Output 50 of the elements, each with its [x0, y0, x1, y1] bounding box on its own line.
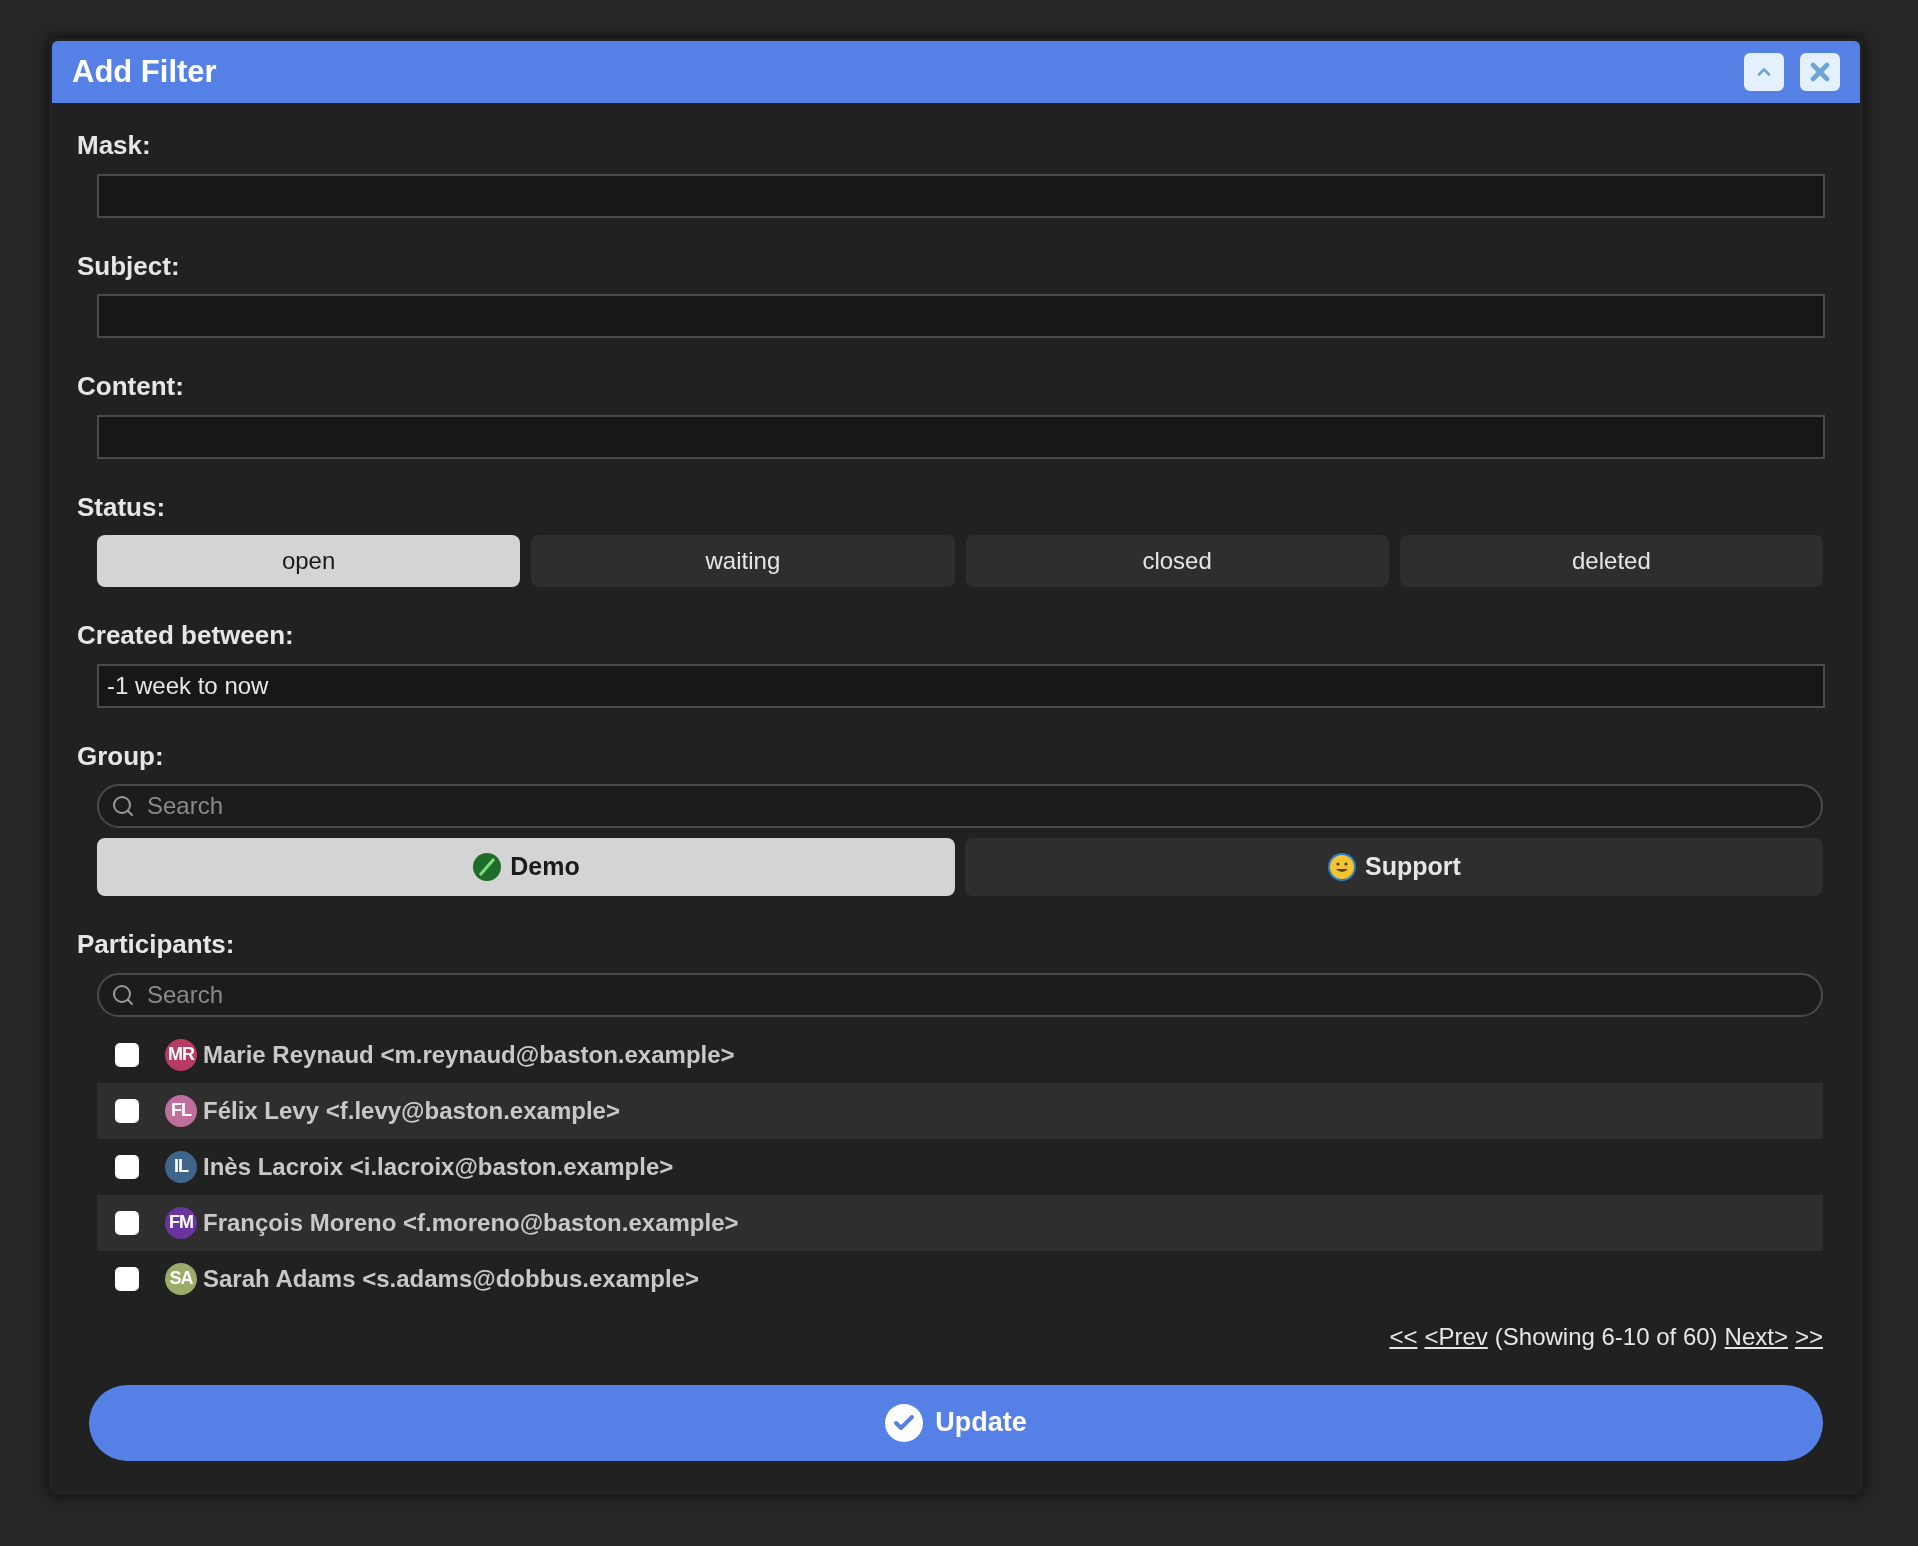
participant-name: Félix Levy <f.levy@baston.example> — [203, 1095, 620, 1126]
search-field[interactable]: Search — [97, 972, 1823, 1017]
field-label: Content: — [77, 370, 185, 403]
field-label: Group: — [77, 739, 165, 772]
date-range-field[interactable]: -1 week to now — [97, 663, 1825, 708]
field-label: Status: — [77, 490, 167, 523]
text-field[interactable] — [97, 294, 1825, 338]
field-label: Mask: — [77, 129, 152, 162]
status-option[interactable]: deleted — [1399, 535, 1823, 587]
status-option[interactable]: open — [97, 535, 521, 587]
participant-name: Marie Reynaud <m.reynaud@baston.example> — [203, 1039, 735, 1070]
avatar: MR — [165, 1038, 197, 1071]
first-page-link[interactable]: << — [1389, 1318, 1418, 1355]
participant-row[interactable]: FL Félix Levy <f.levy@baston.example> — [97, 1082, 1823, 1139]
next-page-link[interactable]: Next> — [1724, 1318, 1788, 1355]
text-field[interactable] — [97, 414, 1825, 459]
smiley-icon — [1327, 852, 1358, 882]
avatar: FL — [165, 1094, 197, 1127]
pagination-summary: (Showing 6-10 of 60) — [1494, 1321, 1718, 1352]
participant-name: Sarah Adams <s.adams@dobbus.example> — [203, 1263, 700, 1294]
field-label: Created between: — [77, 619, 295, 652]
participant-row[interactable]: SA Sarah Adams <s.adams@dobbus.example> — [97, 1250, 1823, 1307]
participant-name: François Moreno <f.moreno@baston.example> — [203, 1207, 739, 1238]
checkbox[interactable] — [115, 1266, 139, 1291]
checkbox[interactable] — [115, 1154, 139, 1179]
search-icon — [111, 982, 135, 1007]
participant-row[interactable]: IL Inès Lacroix <i.lacroix@baston.example> — [97, 1138, 1823, 1195]
field-label: Participants: — [77, 928, 236, 961]
pen-icon — [472, 852, 503, 882]
status-option[interactable]: closed — [965, 535, 1389, 587]
group-option[interactable]: Demo — [97, 838, 955, 896]
checkbox[interactable] — [115, 1210, 139, 1235]
last-page-link[interactable]: >> — [1794, 1318, 1823, 1355]
participant-row[interactable]: MR Marie Reynaud <m.reynaud@baston.example> — [97, 1026, 1823, 1083]
avatar: SA — [165, 1262, 197, 1295]
avatar: IL — [165, 1150, 197, 1183]
window-title: Add Filter — [72, 52, 218, 91]
group-option[interactable]: Support — [965, 838, 1823, 896]
prev-page-link[interactable]: <Prev — [1424, 1318, 1488, 1355]
participant-name: Inès Lacroix <i.lacroix@baston.example> — [203, 1151, 674, 1182]
update-button[interactable]: Update — [89, 1384, 1823, 1461]
search-field[interactable]: Search — [97, 784, 1823, 828]
avatar: FM — [165, 1206, 197, 1239]
checkbox[interactable] — [115, 1042, 139, 1067]
status-option[interactable]: waiting — [531, 535, 955, 587]
participant-row[interactable]: FM François Moreno <f.moreno@baston.example> — [97, 1194, 1823, 1251]
checkbox[interactable] — [115, 1098, 139, 1123]
search-icon — [111, 794, 135, 818]
text-field[interactable] — [97, 173, 1825, 218]
field-label: Subject: — [77, 249, 181, 282]
